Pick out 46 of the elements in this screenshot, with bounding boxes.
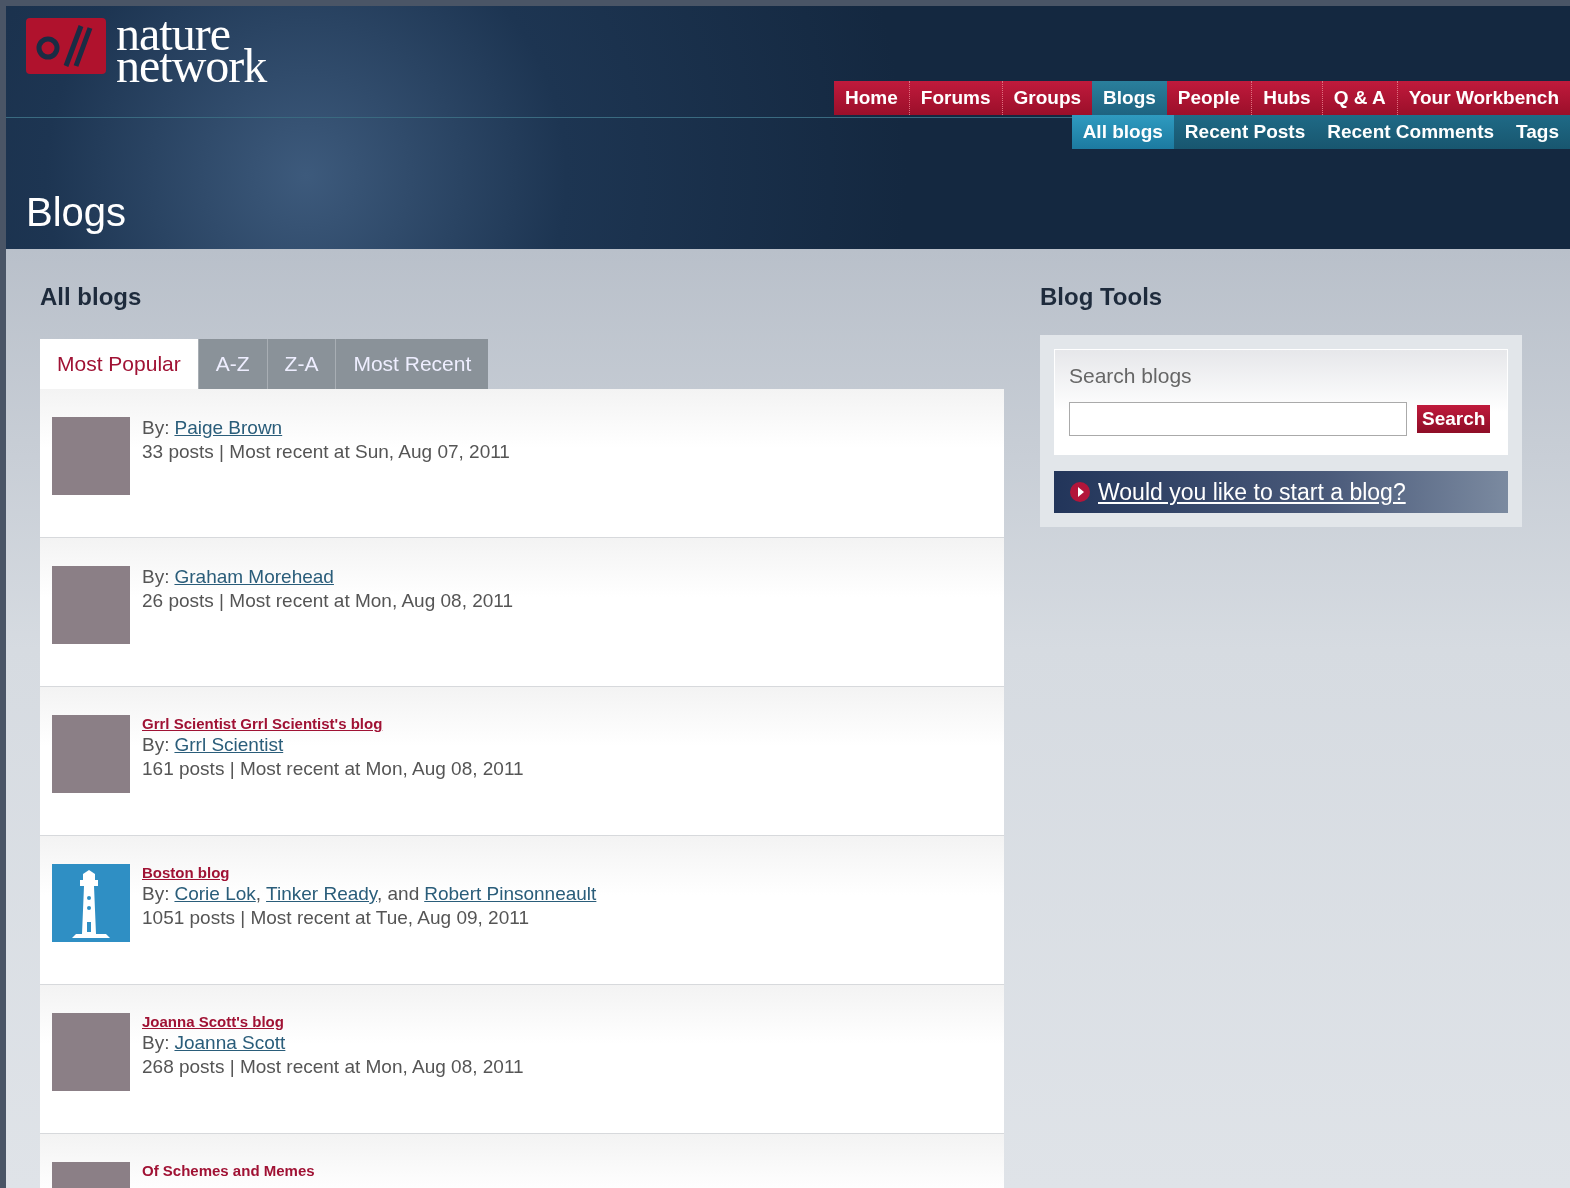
sort-tab[interactable]: Most Popular <box>40 339 198 389</box>
search-button[interactable]: Search <box>1417 405 1491 433</box>
section-title: All blogs <box>40 283 143 311</box>
author-link[interactable]: Tinker Ready <box>266 883 377 904</box>
search-label: Search blogs <box>1069 364 1193 388</box>
author-link[interactable]: Paige Brown <box>174 417 283 438</box>
subnav-tab[interactable]: Tags <box>1505 115 1570 149</box>
page-title: Blogs <box>26 190 128 235</box>
subnav-tab[interactable]: Recent Comments <box>1316 115 1506 149</box>
logo-wordmark[interactable]: nature network <box>116 18 267 82</box>
lighthouse-icon <box>52 864 130 942</box>
subnav-tab[interactable]: All blogs <box>1071 115 1174 149</box>
byline-text: By: <box>142 883 170 904</box>
blog-stats: 33 posts | Most recent at Sun, Aug 07, 2011 <box>142 441 510 463</box>
blog-stats: 1051 posts | Most recent at Tue, Aug 09, 2011 <box>142 907 530 929</box>
logo-icon <box>26 18 106 74</box>
search-field[interactable] <box>1069 402 1407 436</box>
start-blog-link[interactable]: Would you like to start a blog? <box>1098 478 1406 506</box>
nav-tab[interactable]: Hubs <box>1251 81 1322 115</box>
blog-title-link[interactable]: Grrl Scientist Grrl Scientist's blog <box>142 715 524 732</box>
byline-text: , <box>255 883 262 904</box>
nav-tab[interactable]: Blogs <box>1092 81 1167 115</box>
byline-text: By: <box>142 1032 170 1053</box>
byline-text: By: <box>142 734 170 755</box>
author-link[interactable]: Grrl Scientist <box>174 734 284 755</box>
nav-tab[interactable]: Your Workbench <box>1396 81 1570 115</box>
blog-stats: 268 posts | Most recent at Mon, Aug 08, 2011 <box>142 1056 524 1078</box>
section-title: Blog Tools <box>1040 283 1164 311</box>
nav-tab[interactable]: Q & A <box>1321 81 1397 115</box>
blog-title-link[interactable]: Of Schemes and Memes <box>142 1162 315 1179</box>
play-icon <box>1070 482 1090 502</box>
nav-tab[interactable]: Forums <box>908 81 1002 115</box>
author-link[interactable]: Joanna Scott <box>174 1032 286 1053</box>
nav-tab[interactable]: People <box>1166 81 1252 115</box>
blog-stats: 26 posts | Most recent at Mon, Aug 08, 2011 <box>142 590 514 612</box>
nav-tab[interactable]: Home <box>834 81 909 115</box>
author-link[interactable]: Robert Pinsonneault <box>424 883 597 904</box>
author-link[interactable]: Graham Morehead <box>174 566 334 587</box>
blog-stats: 161 posts | Most recent at Mon, Aug 08, 2011 <box>142 758 524 780</box>
blog-title-link[interactable]: Boston blog <box>142 864 597 881</box>
nav-tab[interactable]: Groups <box>1001 81 1093 115</box>
author-link[interactable]: Corie Lok <box>174 883 256 904</box>
byline-text: By: <box>142 566 170 587</box>
subnav-tab[interactable]: Recent Posts <box>1173 115 1317 149</box>
blog-title-link[interactable]: Joanna Scott's blog <box>142 1013 524 1030</box>
byline-text: By: <box>142 417 170 438</box>
